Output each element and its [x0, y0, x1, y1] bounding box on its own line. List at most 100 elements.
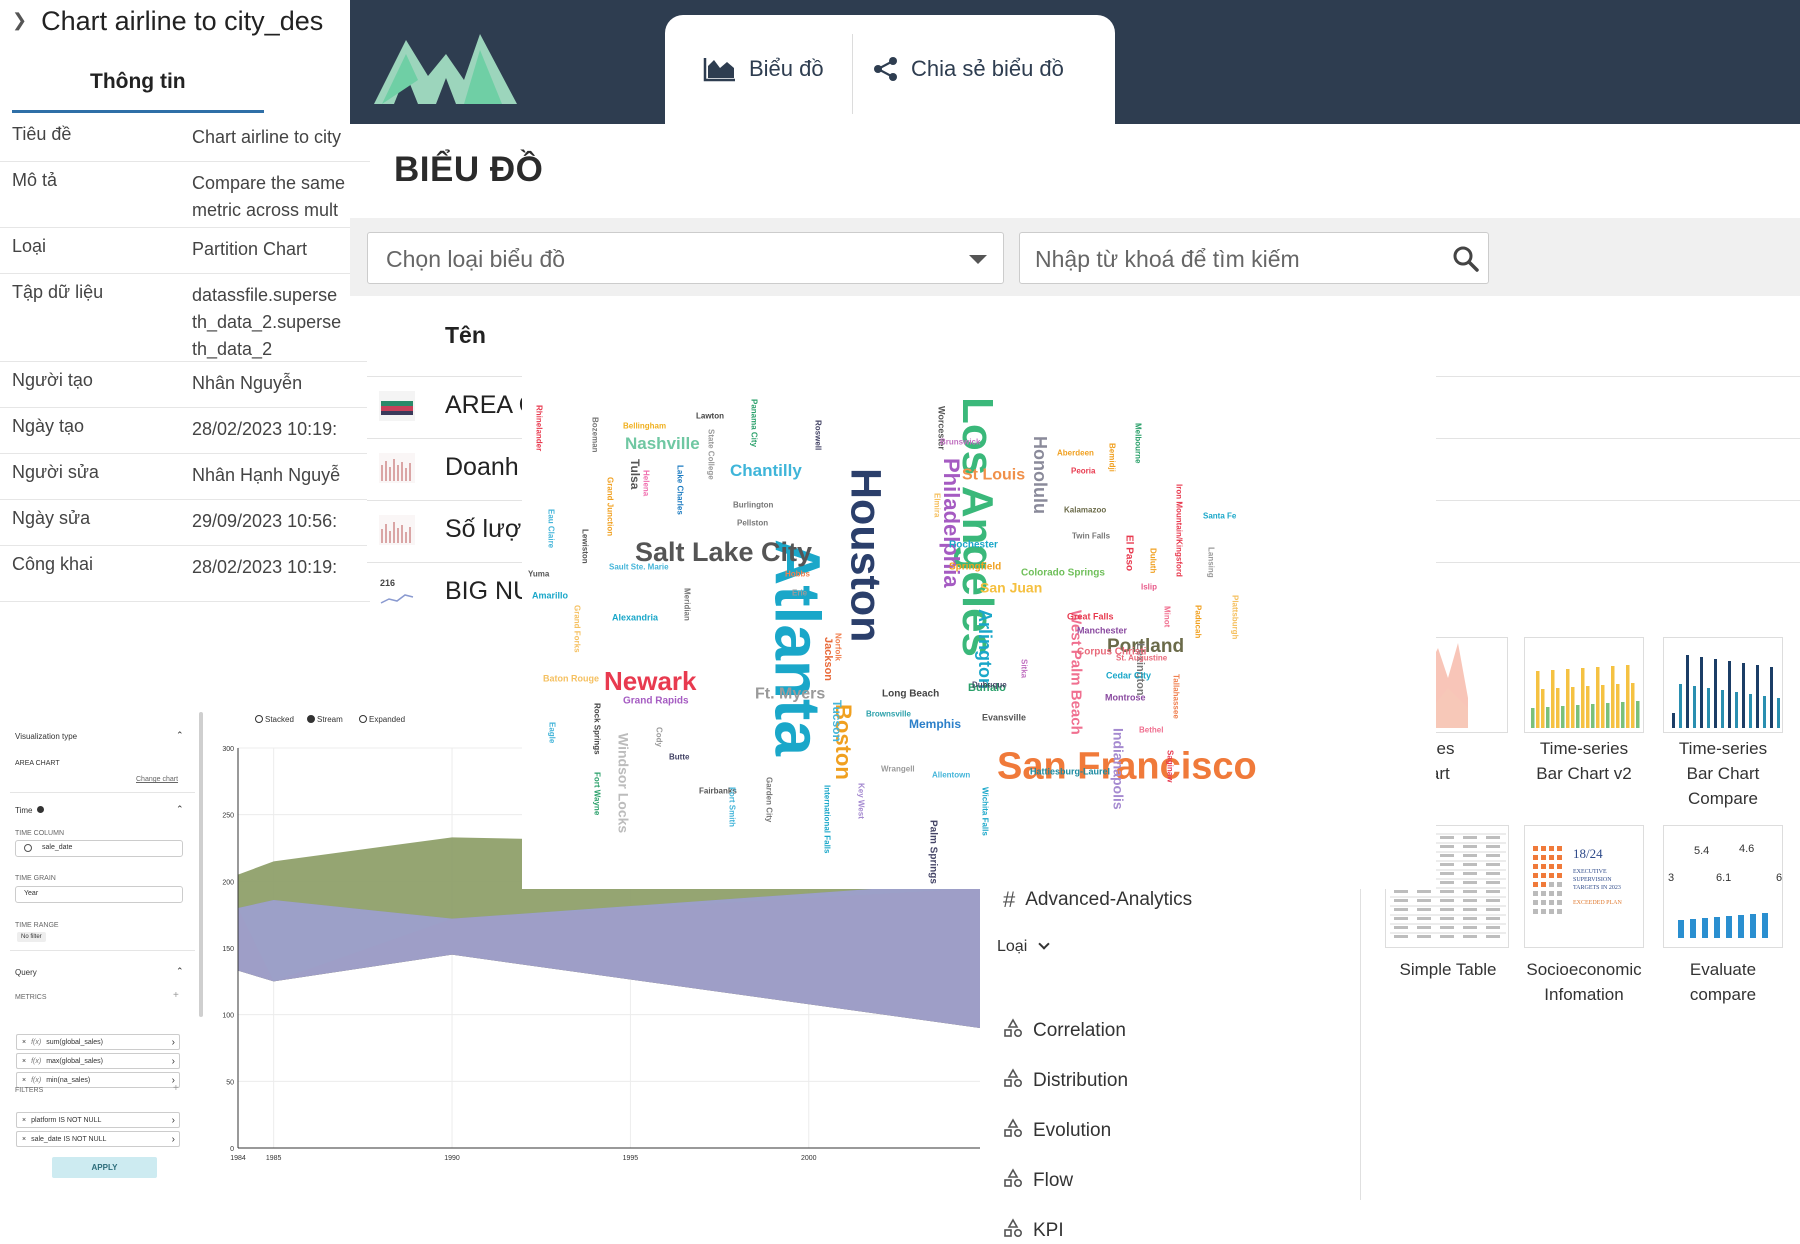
chart-card-thumbnail[interactable]	[1524, 637, 1644, 733]
thumbnail-bar	[1693, 686, 1696, 728]
remove-icon[interactable]: ×	[22, 1077, 26, 1084]
time-grain-select[interactable]: Year	[15, 886, 183, 903]
thumbnail-cell	[1463, 845, 1477, 848]
kpi-thumbnail-value: 18/24	[1573, 846, 1603, 861]
change-chart-link[interactable]: Change chart	[136, 776, 178, 783]
function-icon: f(x)	[31, 1057, 42, 1065]
metric-pill[interactable]: × f(x) max(global_sales) ›	[16, 1053, 180, 1069]
chevron-up-icon[interactable]: ⌃	[176, 966, 184, 977]
chart-mode-radio[interactable]: Stacked	[255, 715, 294, 724]
info-row-value: Compare the same metric across mult	[192, 170, 370, 227]
y-tick-label: 100	[222, 1013, 234, 1020]
info-row: Công khai 28/02/2023 10:19:	[0, 546, 370, 602]
word-cloud-word: Cody	[654, 727, 663, 748]
thumbnail-bar	[1586, 686, 1590, 728]
thumbnail-dot	[1549, 900, 1554, 905]
metric-pill[interactable]: × f(x) sum(global_sales) ›	[16, 1034, 180, 1050]
remove-icon[interactable]: ×	[22, 1058, 26, 1065]
category-group-toggle[interactable]: Loại	[997, 938, 1050, 956]
y-tick-label: 200	[222, 879, 234, 886]
word-cloud-word: Bemidji	[1107, 443, 1116, 472]
info-row-value: 28/02/2023 10:19:	[192, 416, 370, 453]
query-section-label: Query	[15, 968, 37, 977]
thumbnail-bar	[1672, 713, 1675, 728]
filter-pill[interactable]: × sale_date IS NOT NULL ›	[16, 1131, 180, 1147]
thumbnail-cell	[1486, 926, 1500, 929]
filter-pill-label: platform IS NOT NULL	[31, 1116, 102, 1124]
category-item[interactable]: KPI	[1003, 1218, 1064, 1244]
info-row-value-line: th_data_2.superse	[192, 312, 342, 332]
chevron-up-icon[interactable]: ⌃	[176, 804, 184, 815]
area-chart-icon	[703, 58, 735, 82]
time-column-select[interactable]: sale_date	[15, 840, 183, 857]
info-row-value-line: metric across mult	[192, 200, 339, 220]
tab-info[interactable]: Thông tin	[90, 70, 186, 94]
control-panel-scrollbar[interactable]	[199, 712, 203, 1017]
search-icon[interactable]	[1452, 245, 1480, 273]
chart-mode-radio[interactable]: Expanded	[359, 715, 406, 724]
category-item[interactable]: Flow	[1003, 1168, 1073, 1194]
category-item[interactable]: Correlation	[1003, 1018, 1126, 1044]
word-cloud-word: Duluth	[1148, 548, 1157, 573]
word-cloud-word: Hobbs	[785, 570, 810, 579]
chart-info-panel: ❯ Chart airline to city_des Thông tin Tiê…	[0, 0, 370, 665]
chart-card-label[interactable]: Simple Table	[1378, 957, 1518, 982]
search-input[interactable]: Nhập từ khoá để tìm kiếm	[1019, 232, 1489, 284]
tab-active-underline	[12, 110, 264, 113]
add-metric-icon[interactable]: +	[173, 990, 179, 1001]
remove-icon[interactable]: ×	[22, 1117, 26, 1124]
thumbnail-cell	[1440, 917, 1454, 920]
category-item[interactable]: Evolution	[1003, 1118, 1111, 1144]
tag-advanced-analytics[interactable]: # Advanced-Analytics	[1003, 887, 1192, 913]
chart-mode-radio[interactable]: Stream	[307, 715, 344, 724]
word-cloud-word: Eagle	[547, 722, 556, 744]
metric-pill[interactable]: × f(x) min(na_sales) ›	[16, 1072, 180, 1088]
info-row: Ngày tạo 28/02/2023 10:19:	[0, 408, 370, 454]
chart-card-label[interactable]: Time-series Bar Chart Compare	[1653, 736, 1793, 811]
chart-card-label-line: Time-series	[1678, 739, 1768, 758]
brand-logo[interactable]	[372, 20, 517, 104]
chart-card-thumbnail[interactable]: 18/24 EXECUTIVE SUPERVISION TARGETS IN 2…	[1524, 825, 1644, 948]
thumbnail-cell	[1440, 926, 1454, 929]
thumbnail-bar	[1536, 671, 1540, 728]
chart-card-label[interactable]: Socioeconomic Infomation	[1514, 957, 1654, 1007]
thumbnail-bar	[1728, 661, 1731, 728]
time-column-value: sale_date	[42, 844, 73, 851]
chart-type-select[interactable]: Chọn loại biểu đồ	[367, 232, 1004, 284]
info-row-value-line: Nhân Hạnh Nguyễ	[192, 465, 341, 485]
time-range-value[interactable]: No filter	[17, 932, 46, 942]
word-cloud-word: Wichita Falls	[980, 787, 989, 836]
chart-card-label[interactable]: Evaluate compare	[1653, 957, 1793, 1007]
thumbnail-dot	[1541, 882, 1546, 887]
thumbnail-cell	[1394, 890, 1408, 893]
chevron-right-icon[interactable]: ❯	[12, 10, 27, 30]
remove-icon[interactable]: ×	[22, 1039, 26, 1046]
thumbnail-bar	[1626, 665, 1630, 728]
row-thumbnail-value: 216	[380, 578, 395, 588]
word-cloud-word: Sitka	[1019, 659, 1028, 679]
info-row: Tiêu đề Chart airline to city	[0, 116, 370, 162]
chart-card-label[interactable]: Time-series Bar Chart v2	[1514, 736, 1654, 786]
info-row-key: Người sửa	[12, 462, 99, 482]
filter-pill[interactable]: × platform IS NOT NULL ›	[16, 1112, 180, 1128]
thumbnail-dot	[1541, 846, 1546, 851]
thumbnail-cell	[1463, 908, 1477, 911]
category-item[interactable]: Distribution	[1003, 1068, 1128, 1094]
info-row-value: Nhân Nguyễn	[192, 370, 370, 407]
thumbnail-cell	[1486, 854, 1500, 857]
word-cloud-word: Sault Ste. Marie	[609, 563, 669, 572]
tab-chart[interactable]: Biểu đồ	[703, 56, 824, 82]
thumbnail-bar	[1679, 684, 1682, 728]
chevron-up-icon[interactable]: ⌃	[176, 730, 184, 741]
word-cloud-word: El Paso	[1124, 535, 1135, 571]
add-filter-icon[interactable]: +	[173, 1083, 179, 1094]
chart-card-thumbnail[interactable]: 5.4 4.6 3 6.1 6	[1663, 825, 1783, 948]
remove-icon[interactable]: ×	[22, 1136, 26, 1143]
apply-button[interactable]: APPLY	[52, 1157, 157, 1178]
chart-card-thumbnail[interactable]	[1663, 637, 1783, 733]
row-thumbnail	[379, 515, 415, 545]
word-cloud-word: Manchester	[1077, 625, 1128, 635]
thumbnail-bar	[1686, 655, 1689, 728]
tab-share-chart[interactable]: Chia sẻ biểu đồ	[873, 56, 1064, 82]
info-row-value-line: th_data_2	[192, 339, 273, 359]
